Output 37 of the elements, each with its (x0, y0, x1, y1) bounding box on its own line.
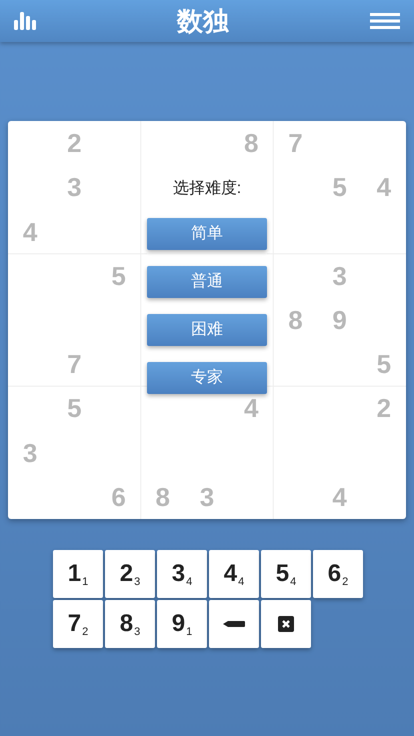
given-digit: 7 (67, 351, 82, 378)
given-digit: 5 (376, 351, 392, 378)
number-key[interactable]: 9$_{1}$ (157, 600, 207, 648)
close-icon (278, 616, 294, 632)
number-key[interactable]: 1$_{1}$ (53, 550, 103, 598)
given-digit: 6 (111, 484, 126, 510)
given-digit: 5 (332, 174, 347, 200)
given-digit: 5 (67, 395, 82, 422)
given-digit: 7 (288, 130, 303, 156)
given-digit: 3 (22, 440, 38, 466)
given-digit: 2 (67, 130, 82, 156)
given-digit: 3 (332, 262, 347, 289)
app-title: 数独 (177, 4, 229, 38)
given-digit: 4 (22, 218, 38, 245)
erase-button[interactable] (261, 600, 311, 648)
given-digit: 5 (111, 262, 126, 289)
given-digit: 4 (376, 174, 392, 200)
given-digit: 2 (376, 395, 392, 422)
given-digit: 3 (200, 484, 214, 510)
number-key[interactable]: 7$_{2}$ (53, 600, 103, 648)
bar-chart-icon[interactable] (14, 12, 36, 30)
number-key[interactable]: 2$_{3}$ (105, 550, 155, 598)
given-digit: 4 (244, 395, 258, 422)
menu-icon[interactable] (370, 13, 400, 29)
pencil-button[interactable] (209, 600, 259, 648)
given-digit: 8 (244, 130, 258, 156)
given-digit: 9 (332, 306, 347, 333)
pencil-icon (223, 620, 245, 628)
number-key[interactable]: 6$_{2}$ (313, 550, 363, 598)
number-key[interactable]: 8$_{3}$ (105, 600, 155, 648)
number-key[interactable]: 3$_{4}$ (157, 550, 207, 598)
number-key[interactable]: 4$_{4}$ (209, 550, 259, 598)
given-digit: 8 (156, 484, 170, 510)
number-key[interactable]: 5$_{4}$ (261, 550, 311, 598)
given-digit: 4 (332, 484, 347, 510)
given-digit: 3 (67, 174, 82, 200)
given-digit: 8 (288, 306, 303, 333)
